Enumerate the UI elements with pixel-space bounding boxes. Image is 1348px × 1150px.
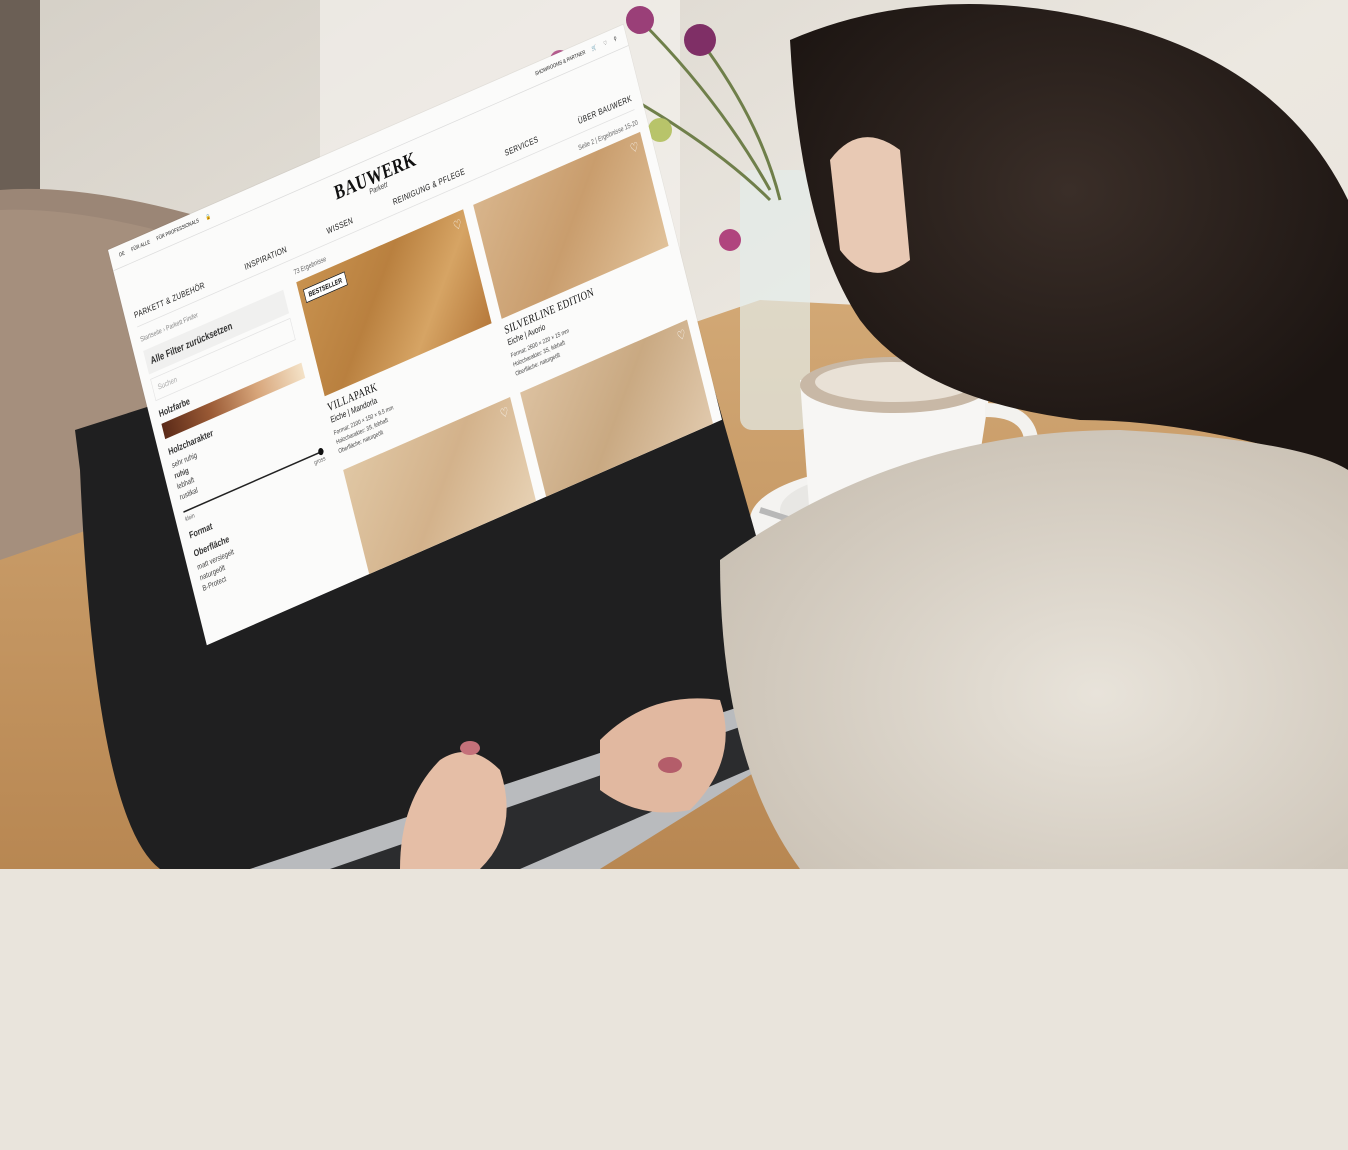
wishlist-heart-icon[interactable]: ♡ xyxy=(629,138,641,157)
heart-icon[interactable]: ♡ xyxy=(603,40,608,47)
format-max-label: gross xyxy=(313,454,327,467)
wishlist-heart-icon[interactable]: ♡ xyxy=(676,326,688,345)
laptop-screen-area: DE FÜR ALLE FÜR PROFESSIONALS 🔒 SHOWROOM… xyxy=(108,24,1308,1150)
bestseller-badge: BESTSELLER xyxy=(303,271,348,304)
nav-inspiration[interactable]: INSPIRATION xyxy=(244,245,288,272)
for-all-link[interactable]: FÜR ALLE xyxy=(131,239,151,253)
nav-wissen[interactable]: WISSEN xyxy=(326,216,354,236)
wishlist-heart-icon[interactable]: ♡ xyxy=(499,404,511,423)
format-min-label: klein xyxy=(184,511,196,523)
nav-services[interactable]: SERVICES xyxy=(504,135,540,159)
language-link[interactable]: DE xyxy=(119,251,126,259)
lock-icon[interactable]: 🔒 xyxy=(205,213,211,221)
product-grid: BESTSELLER ♡ VILLAPARK Eiche | Mandorla … xyxy=(296,131,722,626)
wishlist-heart-icon[interactable]: ♡ xyxy=(452,216,464,235)
search-icon[interactable]: ⚲ xyxy=(613,35,617,43)
cart-icon[interactable]: 🛒 xyxy=(591,44,597,52)
nav-ueber-bauwerk[interactable]: ÜBER BAUWERK xyxy=(577,94,633,126)
